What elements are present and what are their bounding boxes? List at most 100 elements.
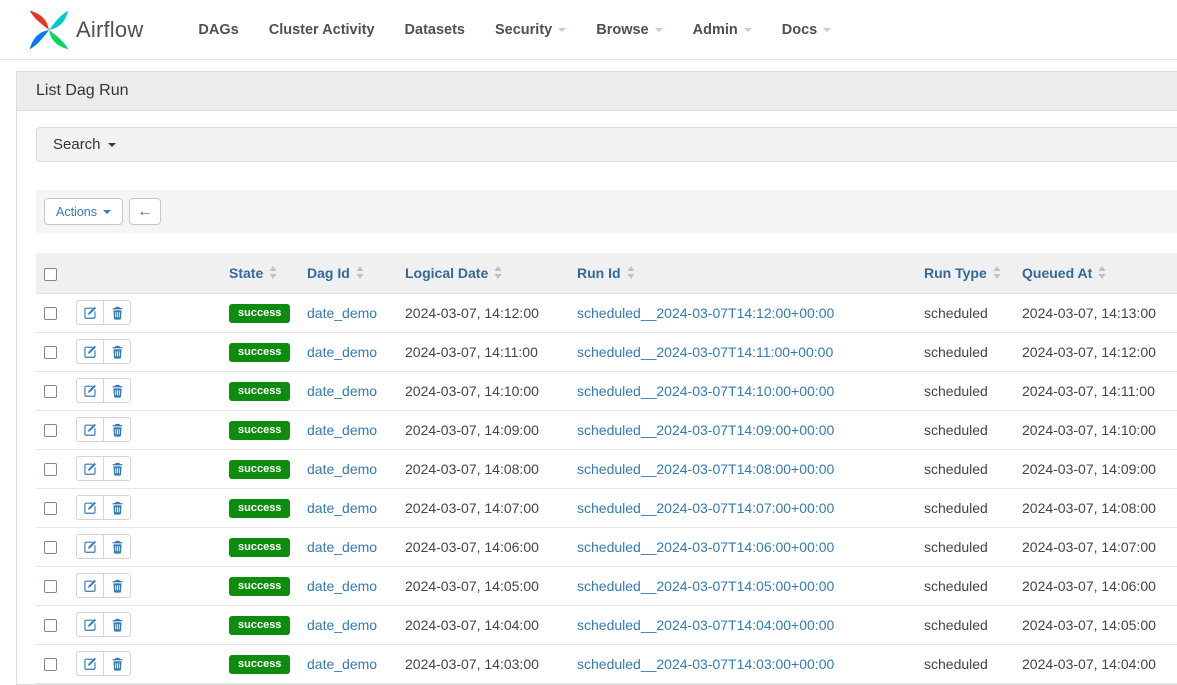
- nav-item-label: Cluster Activity: [269, 22, 375, 38]
- dag-id-link[interactable]: date_demo: [307, 617, 377, 633]
- table-row: success date_demo 2024-03-07, 14:10:00 s…: [36, 371, 1177, 410]
- run-id-link[interactable]: scheduled__2024-03-07T14:09:00+00:00: [577, 422, 834, 438]
- nav-item[interactable]: Cluster Activity: [254, 12, 390, 48]
- dag-id-link[interactable]: date_demo: [307, 539, 377, 555]
- nav-item[interactable]: DAGs: [183, 12, 253, 48]
- run-id-link[interactable]: scheduled__2024-03-07T14:12:00+00:00: [577, 305, 834, 321]
- run-type-cell: scheduled: [924, 332, 1022, 371]
- run-id-link[interactable]: scheduled__2024-03-07T14:03:00+00:00: [577, 656, 834, 672]
- search-dropdown[interactable]: Search: [36, 127, 1177, 162]
- row-checkbox[interactable]: [44, 307, 57, 320]
- delete-record-button[interactable]: [103, 339, 131, 364]
- run-id-link[interactable]: scheduled__2024-03-07T14:07:00+00:00: [577, 500, 834, 516]
- chevron-down-icon: [744, 28, 752, 32]
- navbar: Airflow DAGs Cluster Activity Datasets S…: [0, 0, 1177, 60]
- logical-date-cell: 2024-03-07, 14:09:00: [405, 410, 577, 449]
- column-header[interactable]: Queued At: [1022, 253, 1177, 293]
- column-header[interactable]: Run Type: [924, 253, 1022, 293]
- edit-record-button[interactable]: [76, 378, 104, 403]
- delete-record-button[interactable]: [103, 378, 131, 403]
- logical-date-cell: 2024-03-07, 14:03:00: [405, 644, 577, 683]
- run-id-link[interactable]: scheduled__2024-03-07T14:11:00+00:00: [577, 344, 833, 360]
- row-actions-cell: [76, 293, 229, 332]
- run-type-cell: scheduled: [924, 488, 1022, 527]
- column-header[interactable]: State: [229, 253, 307, 293]
- run-id-link[interactable]: scheduled__2024-03-07T14:05:00+00:00: [577, 578, 834, 594]
- column-header[interactable]: Dag Id: [307, 253, 405, 293]
- row-select-cell: [36, 449, 76, 488]
- nav-item[interactable]: Security: [480, 12, 581, 48]
- delete-record-button[interactable]: [103, 573, 131, 598]
- edit-record-button[interactable]: [76, 651, 104, 676]
- edit-record-button[interactable]: [76, 300, 104, 325]
- row-actions-cell: [76, 449, 229, 488]
- run-id-link[interactable]: scheduled__2024-03-07T14:04:00+00:00: [577, 617, 834, 633]
- delete-record-button[interactable]: [103, 417, 131, 442]
- state-badge: success: [229, 538, 290, 557]
- dag-id-cell: date_demo: [307, 605, 405, 644]
- edit-record-button[interactable]: [76, 573, 104, 598]
- airflow-brand[interactable]: Airflow: [28, 9, 143, 51]
- queued-at-cell: 2024-03-07, 14:06:00: [1022, 566, 1177, 605]
- edit-icon: [83, 423, 97, 437]
- run-id-link[interactable]: scheduled__2024-03-07T14:10:00+00:00: [577, 383, 834, 399]
- run-id-link[interactable]: scheduled__2024-03-07T14:08:00+00:00: [577, 461, 834, 477]
- edit-record-button[interactable]: [76, 495, 104, 520]
- row-select-cell: [36, 371, 76, 410]
- row-actions-cell: [76, 410, 229, 449]
- page-title: List Dag Run: [17, 72, 1177, 111]
- edit-icon: [83, 462, 97, 476]
- run-type-cell: scheduled: [924, 566, 1022, 605]
- dag-id-link[interactable]: date_demo: [307, 500, 377, 516]
- row-checkbox[interactable]: [44, 541, 57, 554]
- edit-record-button[interactable]: [76, 456, 104, 481]
- dag-id-link[interactable]: date_demo: [307, 461, 377, 477]
- row-select-cell: [36, 605, 76, 644]
- back-button[interactable]: ←: [129, 198, 161, 225]
- edit-record-button[interactable]: [76, 534, 104, 559]
- row-checkbox[interactable]: [44, 658, 57, 671]
- delete-record-button[interactable]: [103, 612, 131, 637]
- dag-id-cell: date_demo: [307, 527, 405, 566]
- select-all-checkbox[interactable]: [44, 268, 57, 281]
- edit-record-button[interactable]: [76, 612, 104, 637]
- column-header-label: Run Type: [924, 265, 987, 281]
- edit-record-button[interactable]: [76, 339, 104, 364]
- dag-id-link[interactable]: date_demo: [307, 656, 377, 672]
- row-checkbox[interactable]: [44, 619, 57, 632]
- nav-item[interactable]: Datasets: [390, 12, 480, 48]
- column-header-label: Run Id: [577, 265, 621, 281]
- delete-record-button[interactable]: [103, 651, 131, 676]
- row-actions-cell: [76, 371, 229, 410]
- column-header[interactable]: Run Id: [577, 253, 924, 293]
- sort-icon: [494, 266, 502, 279]
- dag-id-link[interactable]: date_demo: [307, 305, 377, 321]
- dag-id-link[interactable]: date_demo: [307, 383, 377, 399]
- nav-item[interactable]: Docs: [767, 12, 846, 48]
- row-checkbox[interactable]: [44, 463, 57, 476]
- row-checkbox[interactable]: [44, 580, 57, 593]
- delete-record-button[interactable]: [103, 456, 131, 481]
- back-arrow-icon: ←: [137, 203, 153, 221]
- delete-record-button[interactable]: [103, 300, 131, 325]
- run-id-cell: scheduled__2024-03-07T14:06:00+00:00: [577, 527, 924, 566]
- state-badge: success: [229, 577, 290, 596]
- dag-id-link[interactable]: date_demo: [307, 344, 377, 360]
- run-type-cell: scheduled: [924, 605, 1022, 644]
- row-checkbox[interactable]: [44, 424, 57, 437]
- dag-id-link[interactable]: date_demo: [307, 578, 377, 594]
- nav-item[interactable]: Admin: [678, 12, 767, 48]
- state-badge: success: [229, 343, 290, 362]
- delete-record-button[interactable]: [103, 534, 131, 559]
- edit-record-button[interactable]: [76, 417, 104, 442]
- delete-record-button[interactable]: [103, 495, 131, 520]
- edit-icon: [83, 306, 97, 320]
- nav-item[interactable]: Browse: [581, 12, 677, 48]
- column-header[interactable]: Logical Date: [405, 253, 577, 293]
- actions-dropdown-button[interactable]: Actions: [44, 198, 123, 225]
- row-checkbox[interactable]: [44, 346, 57, 359]
- dag-id-link[interactable]: date_demo: [307, 422, 377, 438]
- row-checkbox[interactable]: [44, 502, 57, 515]
- row-checkbox[interactable]: [44, 385, 57, 398]
- run-id-link[interactable]: scheduled__2024-03-07T14:06:00+00:00: [577, 539, 834, 555]
